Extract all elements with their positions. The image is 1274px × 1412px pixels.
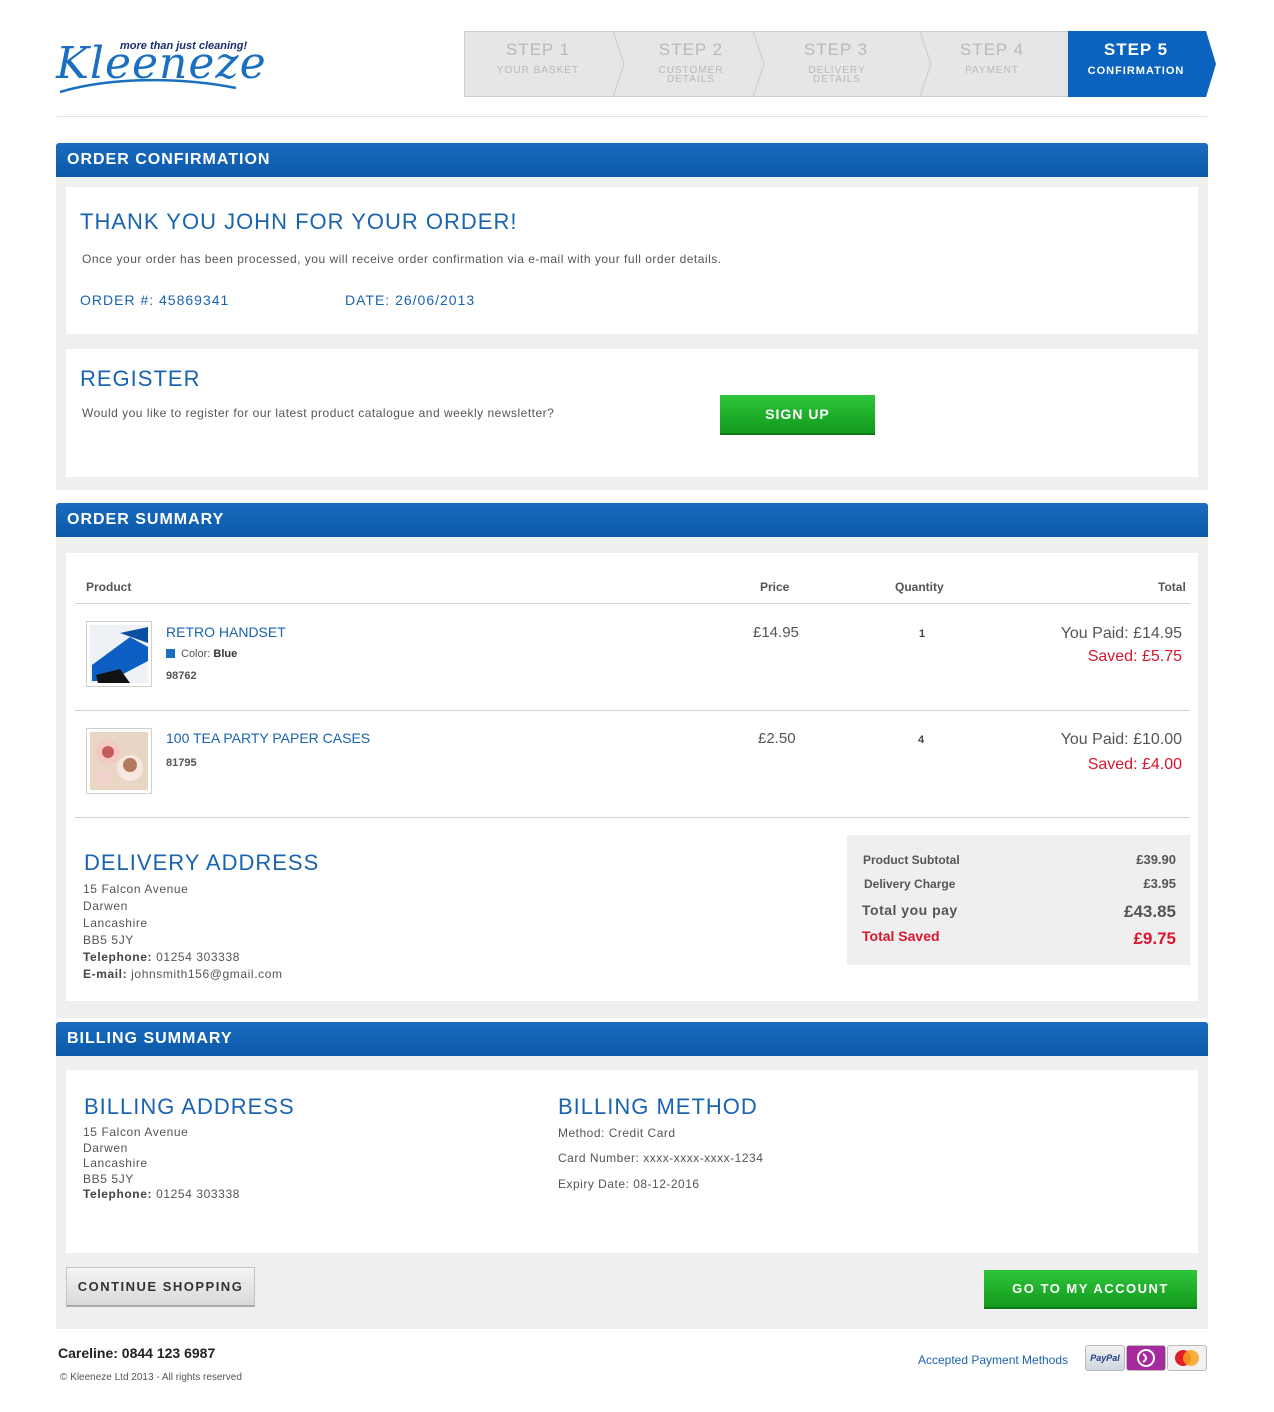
order-totals-box: Product Subtotal £39.90 Delivery Charge … [847, 835, 1190, 965]
order-summary-header: ORDER SUMMARY [56, 503, 1208, 537]
checkout-steps: STEP 1 YOUR BASKET STEP 2 CUSTOMER DETAI… [464, 31, 1216, 97]
product-code: 81795 [166, 757, 197, 769]
billing-address: 15 Falcon Avenue Darwen Lancashire BB5 5… [83, 1125, 241, 1201]
product-thumbnail-tea-party-cases[interactable] [86, 728, 152, 794]
column-product: Product [86, 580, 132, 594]
delivery-charge-value: £3.95 [1143, 876, 1176, 891]
paypal-icon: PayPal [1085, 1345, 1125, 1371]
register-text: Would you like to register for our lates… [82, 406, 555, 420]
retro-handset-image-icon [90, 625, 148, 683]
billing-expiry: Expiry Date: 08-12-2016 [558, 1177, 700, 1191]
tea-party-cases-image-icon [90, 732, 148, 790]
table-row-divider [75, 817, 1190, 818]
careline: Careline: 0844 123 6987 [58, 1345, 216, 1361]
sign-up-button[interactable]: SIGN UP [720, 395, 875, 435]
product-color-label: Color: Blue [181, 648, 238, 660]
go-to-account-button[interactable]: GO TO MY ACCOUNT [984, 1270, 1197, 1309]
total-pay-value: £43.85 [1124, 902, 1176, 921]
continue-shopping-button[interactable]: CONTINUE SHOPPING [66, 1267, 255, 1307]
order-date: DATE: 26/06/2013 [345, 292, 476, 308]
step-1: STEP 1 YOUR BASKET [496, 40, 580, 76]
product-name-retro-handset[interactable]: RETRO HANDSET [166, 624, 286, 640]
item-quantity: 4 [918, 734, 925, 746]
item-saved: Saved: £5.75 [1087, 648, 1182, 665]
header-divider [57, 116, 1207, 117]
item-saved: Saved: £4.00 [1087, 756, 1182, 773]
billing-card: BILLING ADDRESS 15 Falcon Avenue Darwen … [66, 1070, 1198, 1253]
register-card: REGISTER Would you like to register for … [66, 349, 1198, 477]
logo-swoosh-icon [59, 78, 237, 94]
confirmation-message: Once your order has been processed, you … [82, 252, 722, 266]
billing-summary-header: BILLING SUMMARY [56, 1022, 1208, 1056]
subtotal-value: £39.90 [1136, 852, 1176, 867]
table-header-divider [75, 603, 1190, 604]
mastercard-icon [1167, 1345, 1207, 1371]
delivery-address: 15 Falcon Avenue Darwen Lancashire BB5 5… [83, 882, 283, 981]
item-price: £2.50 [758, 730, 796, 747]
column-total: Total [1158, 580, 1186, 594]
step-divider-icon [752, 31, 765, 97]
copyright: © Kleeneze Ltd 2013 - All rights reserve… [60, 1372, 242, 1383]
order-confirmation-header: ORDER CONFIRMATION [56, 143, 1208, 177]
delivery-address-heading: DELIVERY ADDRESS [84, 850, 320, 875]
item-quantity: 1 [919, 628, 926, 640]
product-code: 98762 [166, 670, 197, 682]
column-quantity: Quantity [895, 580, 944, 594]
order-number: ORDER #: 45869341 [80, 292, 230, 308]
total-pay-label: Total you pay [862, 902, 958, 918]
color-swatch [166, 649, 175, 658]
step-divider-icon [612, 31, 625, 97]
total-saved-label: Total Saved [862, 928, 940, 944]
step-3: STEP 3 DELIVERY DETAILS [803, 40, 869, 85]
billing-method: Method: Credit Card [558, 1126, 676, 1140]
billing-method-heading: BILLING METHOD [558, 1094, 758, 1119]
item-price: £14.95 [753, 624, 799, 641]
kleeneze-logo[interactable]: more than just cleaning! Kleeneze [56, 38, 266, 100]
subtotal-label: Product Subtotal [863, 853, 960, 867]
billing-card-number: Card Number: xxxx-xxxx-xxxx-1234 [558, 1151, 764, 1165]
thank-you-heading: THANK YOU JOHN FOR YOUR ORDER! [80, 209, 518, 234]
table-row-divider [75, 710, 1190, 711]
delivery-charge-label: Delivery Charge [864, 877, 956, 891]
step-4: STEP 4 PAYMENT [959, 40, 1025, 76]
step-5-active: STEP 5 CONFIRMATION [1068, 31, 1216, 97]
column-price: Price [760, 580, 790, 594]
product-thumbnail-retro-handset[interactable] [86, 621, 152, 687]
solo-icon [1126, 1345, 1166, 1371]
total-saved-value: £9.75 [1133, 929, 1176, 948]
thank-you-card: THANK YOU JOHN FOR YOUR ORDER! Once your… [66, 187, 1198, 334]
step-2: STEP 2 CUSTOMER DETAILS [658, 40, 724, 85]
item-paid: You Paid: £10.00 [1060, 731, 1182, 748]
register-heading: REGISTER [80, 366, 201, 391]
billing-address-heading: BILLING ADDRESS [84, 1094, 295, 1119]
item-paid: You Paid: £14.95 [1060, 625, 1182, 642]
accepted-payments-label[interactable]: Accepted Payment Methods [918, 1353, 1068, 1367]
product-name-tea-party-cases[interactable]: 100 TEA PARTY PAPER CASES [166, 730, 370, 746]
